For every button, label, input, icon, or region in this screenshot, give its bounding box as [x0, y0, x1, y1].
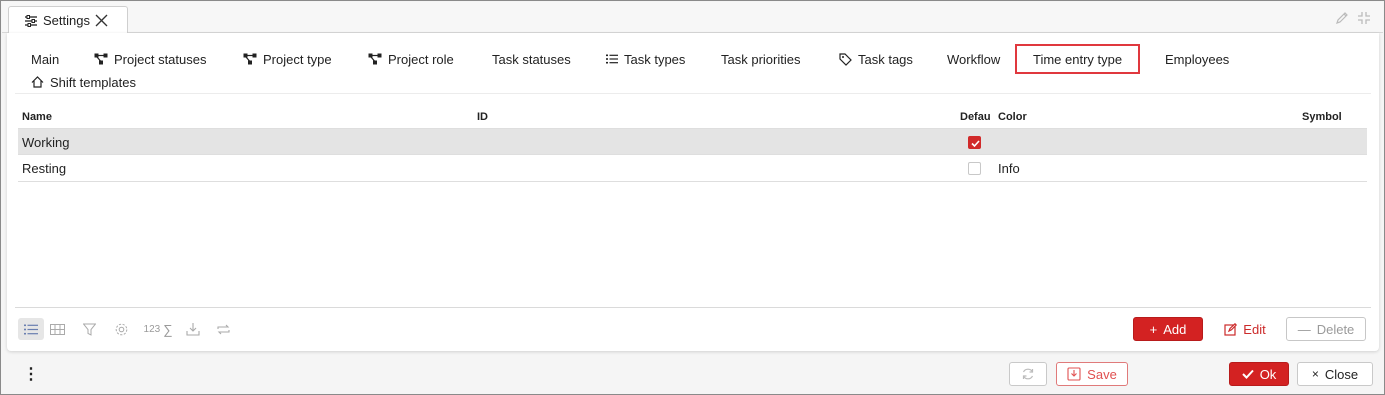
tab-label: Task tags: [858, 51, 913, 67]
tab-task-priorities[interactable]: Task priorities: [721, 48, 800, 70]
pencil-icon[interactable]: [1335, 11, 1349, 25]
tab-project-role[interactable]: Project role: [368, 48, 454, 70]
tab-workflow[interactable]: Workflow: [947, 48, 1000, 70]
tab-label: Time entry type: [1033, 51, 1123, 67]
filter-button[interactable]: [76, 318, 102, 340]
list-icon: [606, 54, 618, 64]
col-name[interactable]: Name: [22, 111, 52, 123]
tab-task-statuses[interactable]: Task statuses: [492, 48, 571, 70]
edit-button[interactable]: Edit: [1215, 317, 1275, 341]
refresh-button[interactable]: [1009, 362, 1047, 386]
repeat-icon: [216, 324, 230, 334]
check-icon: [971, 140, 980, 148]
col-default[interactable]: Defau: [960, 111, 992, 123]
grid-header: Name ID Defau Color Symbol: [18, 106, 1367, 128]
list-view-button[interactable]: [18, 318, 44, 340]
summary-button[interactable]: 123 ∑: [140, 318, 176, 340]
col-color[interactable]: Color: [998, 111, 1027, 123]
sum-label: 123: [143, 323, 161, 335]
delete-label: Delete: [1316, 321, 1355, 337]
settings-tabs: Main Project statuses Project type Proje…: [15, 44, 1371, 95]
settings-window: Settings Main Project statuses Project t…: [0, 0, 1385, 395]
tab-label: Task priorities: [721, 51, 801, 67]
default-checkbox[interactable]: [968, 136, 981, 149]
table-row[interactable]: Working: [18, 128, 1367, 155]
save-label: Save: [1087, 366, 1117, 382]
edit-label: Edit: [1243, 321, 1266, 337]
tab-label: Task types: [624, 51, 686, 67]
list-icon: [24, 324, 38, 334]
col-id[interactable]: ID: [477, 111, 488, 123]
plus-icon: +: [1149, 321, 1158, 337]
settings-card: Main Project statuses Project type Proje…: [7, 33, 1379, 351]
tab-main[interactable]: Main: [31, 48, 59, 70]
tab-label: Main: [31, 51, 60, 67]
close-label: Close: [1324, 366, 1359, 382]
tab-label: Employees: [1165, 51, 1230, 67]
tab-label: Workflow: [947, 51, 1001, 67]
ok-button[interactable]: Ok: [1229, 362, 1289, 386]
settings-document-tab[interactable]: Settings: [8, 6, 128, 34]
check-icon: [1241, 369, 1254, 379]
cell-color: Info: [998, 161, 1020, 176]
vertical-dots-icon: ⋮: [23, 366, 39, 383]
download-button[interactable]: [180, 318, 206, 340]
grid-footer-divider: [15, 307, 1371, 308]
add-button[interactable]: + Add: [1133, 317, 1203, 341]
tab-project-type[interactable]: Project type: [243, 48, 332, 70]
edit-icon: [1224, 322, 1238, 336]
save-button[interactable]: Save: [1056, 362, 1128, 386]
refresh-icon: [1022, 368, 1034, 380]
cell-name: Working: [22, 135, 70, 150]
workflow-icon: [368, 53, 382, 65]
tab-label: Shift templates: [50, 74, 136, 90]
filter-icon: [82, 323, 96, 336]
table-icon: [49, 323, 65, 335]
workflow-icon: [243, 53, 257, 65]
close-tab-icon[interactable]: [95, 14, 108, 27]
collapse-icon[interactable]: [1357, 11, 1371, 25]
delete-button[interactable]: — Delete: [1286, 317, 1366, 341]
add-label: Add: [1163, 321, 1187, 337]
tab-title: Settings: [43, 13, 90, 28]
table-row[interactable]: Resting Info: [18, 155, 1367, 182]
tab-project-statuses[interactable]: Project statuses: [94, 48, 207, 70]
save-icon: [1067, 367, 1081, 381]
grid-toolbar: 123 ∑: [18, 318, 236, 340]
close-icon: ×: [1311, 367, 1319, 381]
ok-label: Ok: [1259, 366, 1277, 382]
default-checkbox[interactable]: [968, 162, 981, 175]
download-icon: [186, 323, 200, 336]
grid-view-button[interactable]: [44, 318, 70, 340]
tabs-divider: [15, 93, 1371, 94]
tab-task-tags[interactable]: Task tags: [839, 48, 913, 70]
gear-icon: [115, 323, 127, 335]
cell-name: Resting: [22, 161, 67, 176]
home-icon: [31, 76, 44, 88]
sigma-icon: ∑: [163, 321, 173, 337]
tab-label: Task statuses: [492, 51, 571, 67]
tab-label: Project type: [263, 51, 332, 67]
close-button[interactable]: × Close: [1297, 362, 1373, 386]
document-tab-bar: Settings: [2, 2, 1383, 34]
tab-label: Project statuses: [114, 51, 207, 67]
tab-time-entry-type[interactable]: Time entry type: [1015, 44, 1141, 74]
minus-icon: —: [1297, 321, 1311, 337]
tab-employees[interactable]: Employees: [1165, 48, 1229, 70]
workflow-icon: [94, 53, 108, 65]
settings-button[interactable]: [108, 318, 134, 340]
col-symbol[interactable]: Symbol: [1302, 111, 1342, 123]
tag-icon: [839, 52, 852, 66]
tab-shift-templates[interactable]: Shift templates: [31, 71, 136, 93]
tab-label: Project role: [388, 51, 454, 67]
more-options-button[interactable]: ⋮: [21, 362, 41, 386]
refresh-data-button[interactable]: [210, 318, 236, 340]
tab-task-types[interactable]: Task types: [606, 48, 685, 70]
sliders-icon: [24, 14, 38, 27]
